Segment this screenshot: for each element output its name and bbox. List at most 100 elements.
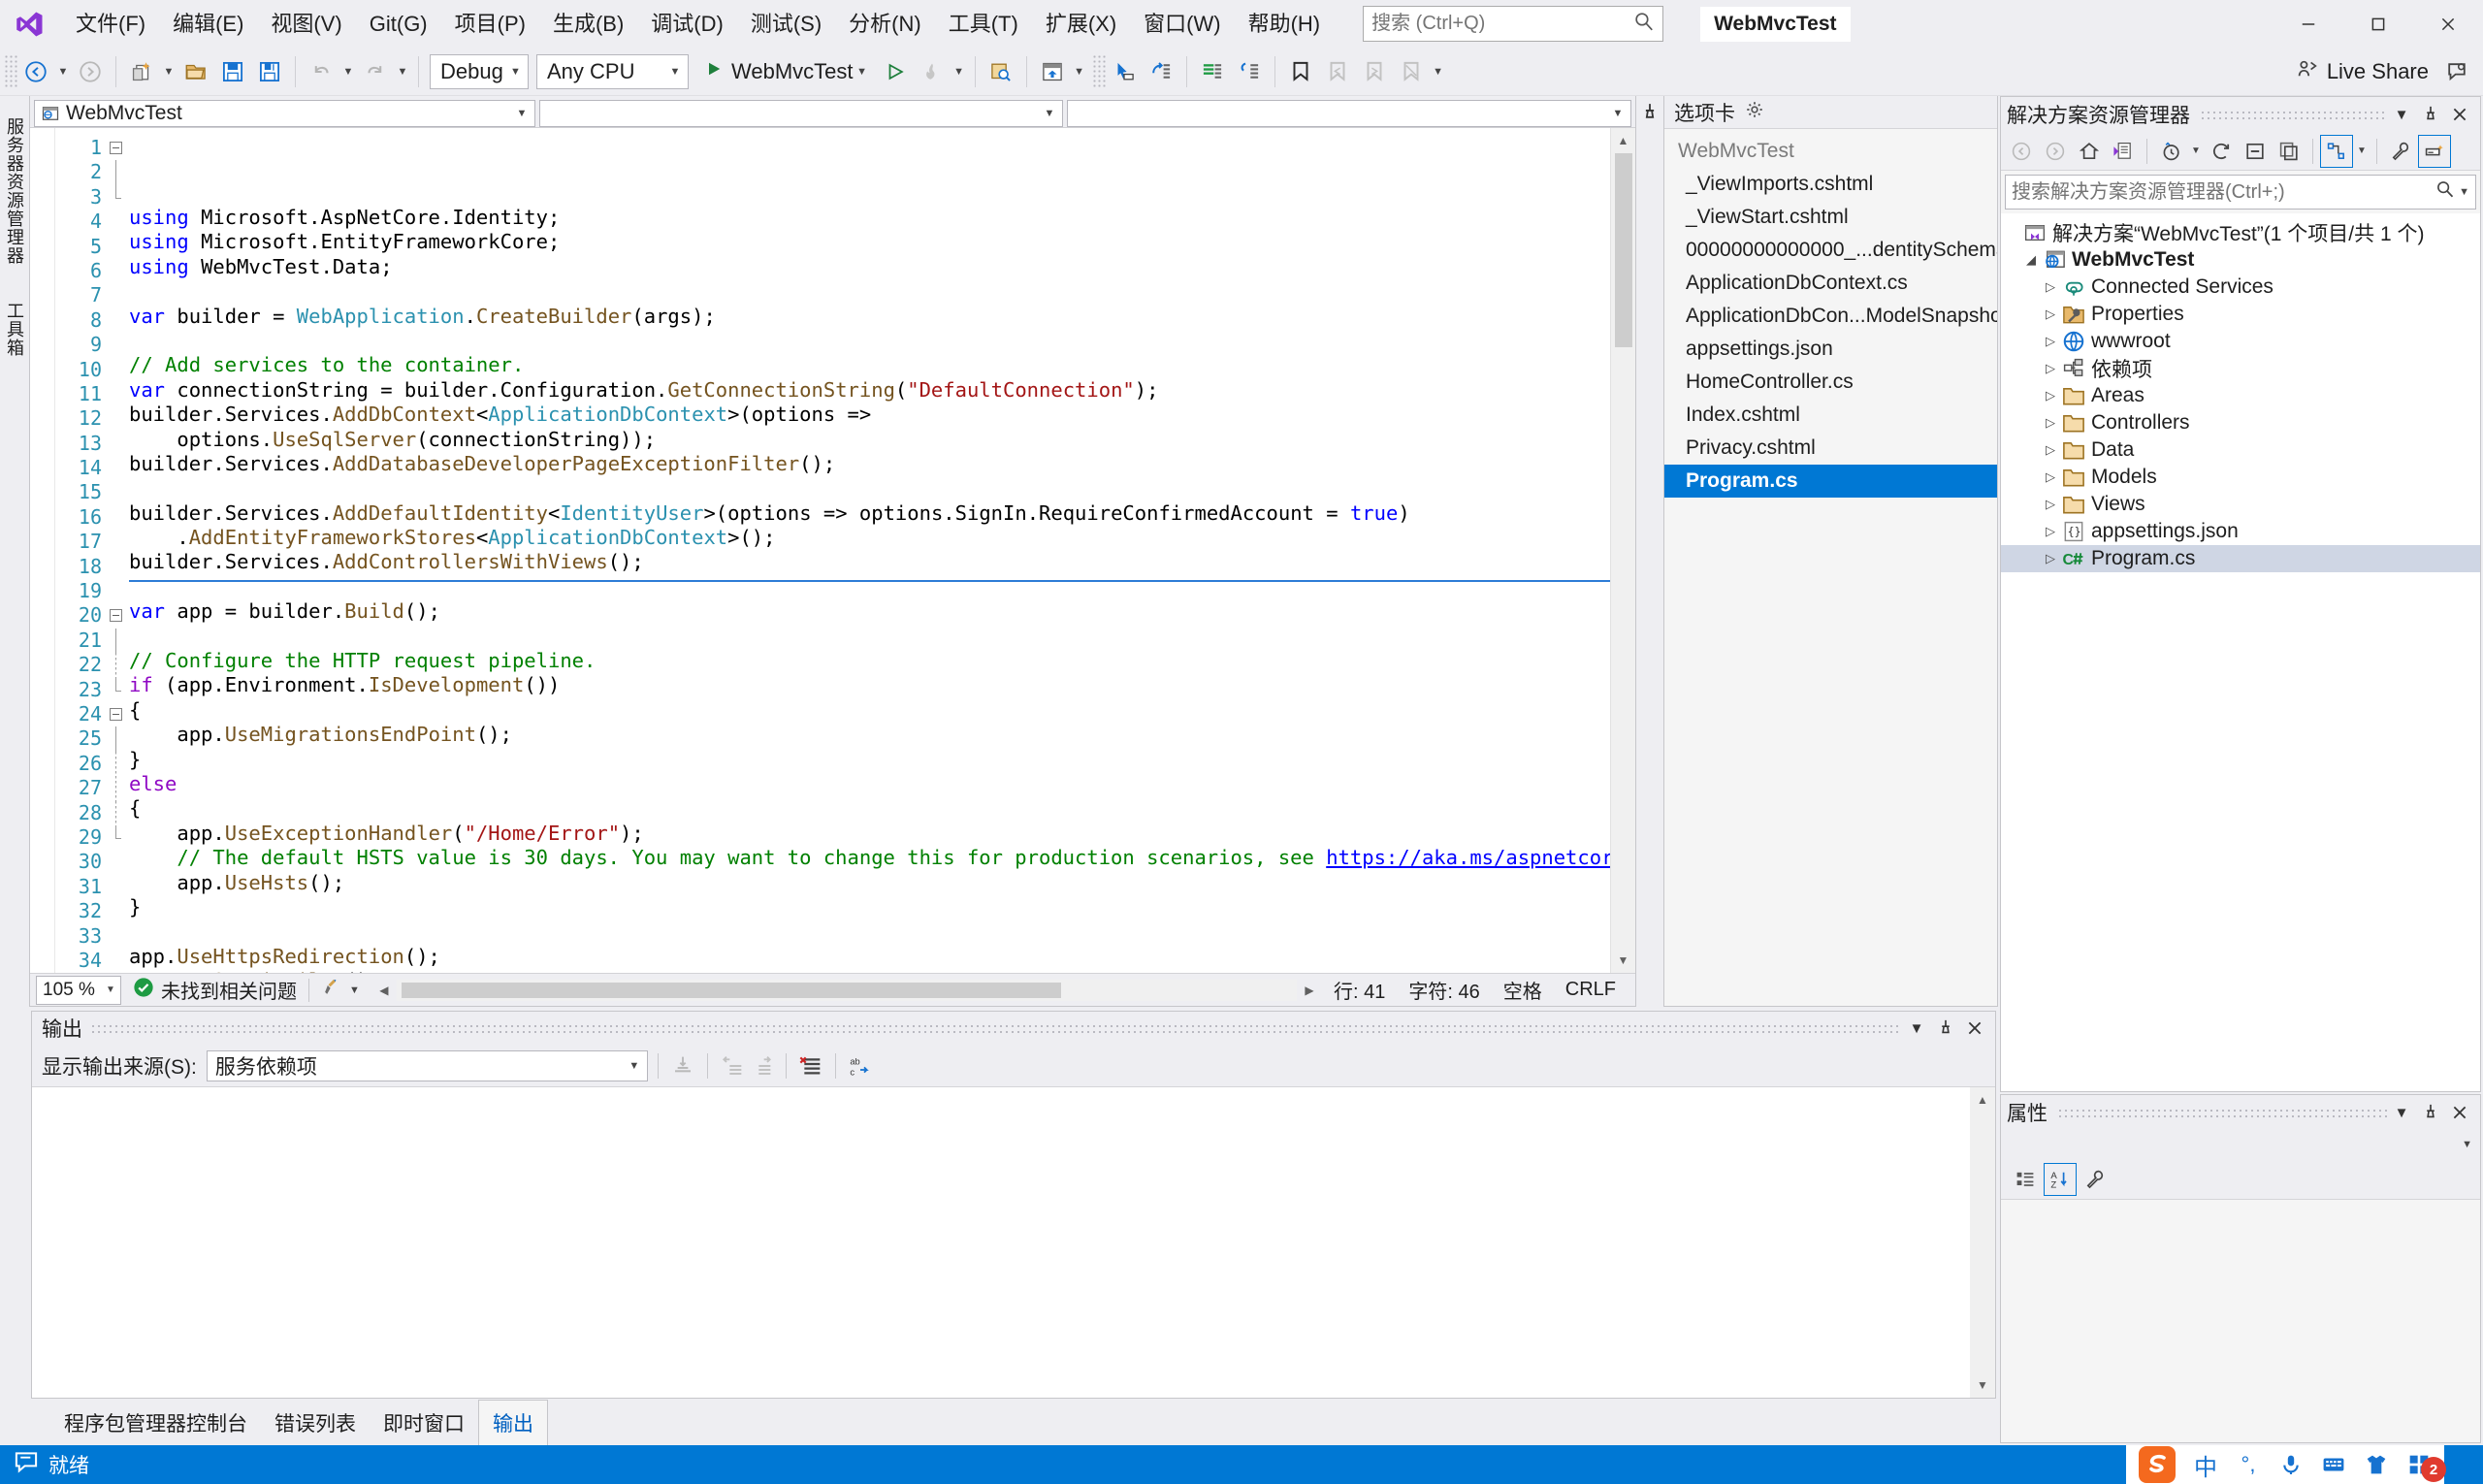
code-line[interactable]: else [129,772,1610,796]
code-line[interactable]: using Microsoft.EntityFrameworkCore; [129,230,1610,254]
code-line[interactable]: builder.Services.AddDbContext<Applicatio… [129,403,1610,427]
minimize-button[interactable] [2273,0,2343,48]
code-line[interactable]: .AddEntityFrameworkStores<ApplicationDbC… [129,526,1610,550]
chevron-down-icon[interactable]: ▼ [101,984,120,995]
tree-item[interactable]: ▷ Connected Services [2001,274,2480,301]
bottom-tab[interactable]: 即时窗口 [370,1401,478,1445]
scroll-left-arrow-icon[interactable]: ◀ [371,984,397,997]
close-icon[interactable] [1960,1014,1989,1043]
global-search-box[interactable] [1363,6,1664,42]
ime-mode-label[interactable]: 中 [2184,1445,2227,1484]
previous-bookmark-icon[interactable] [1319,51,1356,92]
new-project-dropdown[interactable]: ▼ [160,51,177,92]
chevron-down-icon[interactable]: ▼ [662,66,688,78]
properties-grid[interactable] [2001,1200,2480,1442]
menu-edit[interactable]: 编辑(E) [159,0,257,48]
search-in-files-icon[interactable] [983,51,1019,92]
tree-item[interactable]: ▷ 依赖项 [2001,355,2480,382]
chevron-down-icon[interactable]: ▼ [2459,186,2469,198]
code-line[interactable] [129,575,1610,599]
output-panel-content[interactable]: ▲ ▼ [32,1087,1995,1398]
chevron-down-icon[interactable]: ▼ [2387,1098,2416,1127]
chevron-down-icon[interactable]: ▼ [2188,135,2204,168]
editor-horizontal-scrollbar[interactable]: ◀ ▶ [371,978,1322,1003]
menu-window[interactable]: 窗口(W) [1130,0,1234,48]
code-line[interactable] [129,279,1610,304]
solution-explorer-search-box[interactable]: ▼ [2005,175,2476,210]
code-line[interactable]: app.UseHsts(); [129,871,1610,895]
code-line[interactable]: app.UseMigrationsEndPoint(); [129,723,1610,747]
uncomment-lines-icon[interactable] [1231,51,1268,92]
chevron-right-icon[interactable]: ▷ [2040,497,2061,512]
chevron-right-icon[interactable]: ▷ [2040,415,2061,431]
tab-item-selected[interactable]: Program.cs [1664,465,1997,498]
code-line[interactable]: using Microsoft.AspNetCore.Identity; [129,206,1610,230]
fold-marker[interactable] [106,184,129,210]
tree-item[interactable]: ◢ WebMvcTest [2001,246,2480,274]
tree-item[interactable]: ▷ Controllers [2001,409,2480,436]
menu-project[interactable]: 项目(P) [441,0,539,48]
code-line[interactable]: app.UseStaticFiles(); [129,969,1610,973]
navbar-project-combo[interactable]: WebMvcTest ▼ [34,99,535,127]
hscrollbar-thumb[interactable] [401,982,1061,998]
scroll-up-arrow-icon[interactable]: ▲ [1970,1087,1995,1113]
find-message-icon[interactable] [668,1051,697,1081]
next-bookmark-icon[interactable] [1356,51,1393,92]
fold-marker[interactable] [106,603,129,628]
code-line[interactable]: app.UseExceptionHandler("/Home/Error"); [129,822,1610,846]
hscrollbar-track[interactable] [396,979,1298,1001]
tree-item[interactable]: ▷ Data [2001,436,2480,464]
toolbar-grip[interactable] [4,53,17,89]
code-line[interactable] [129,919,1610,944]
navbar-member-combo[interactable]: ▼ [1067,99,1631,127]
start-without-debug-icon[interactable] [877,51,914,92]
code-line[interactable]: } [129,748,1610,772]
chevron-right-icon[interactable]: ▷ [2040,334,2061,349]
alphabetical-icon[interactable]: AZ [2044,1162,2077,1196]
menu-analyze[interactable]: 分析(N) [835,0,935,48]
output-scrollbar-track[interactable] [1970,1113,1995,1372]
close-icon[interactable] [2445,1098,2474,1127]
code-folding-margin[interactable] [106,128,129,973]
bottom-tab-selected[interactable]: 输出 [478,1400,548,1446]
navigate-back-icon[interactable] [17,51,54,92]
feedback-icon[interactable] [2438,51,2475,92]
open-file-icon[interactable] [177,51,214,92]
bottom-tab[interactable]: 错误列表 [261,1401,370,1445]
menu-test[interactable]: 测试(S) [737,0,835,48]
comment-lines-icon[interactable] [1194,51,1231,92]
start-debug-dropdown[interactable]: ▼ [854,51,871,92]
chevron-down-icon[interactable]: ▼ [349,984,360,996]
code-line[interactable] [129,476,1610,500]
chevron-down-icon[interactable]: ▼ [622,1060,647,1072]
tab-item[interactable]: Index.cshtml [1664,399,1997,432]
fold-marker[interactable] [106,824,129,850]
close-icon[interactable] [2445,100,2474,129]
tab-item[interactable]: 00000000000000_...dentitySchema.cs [1664,234,1997,267]
fold-marker[interactable] [106,800,129,825]
redo-icon[interactable] [357,51,394,92]
clear-all-icon[interactable] [796,1051,825,1081]
hot-reload-icon[interactable] [914,51,951,92]
chevron-right-icon[interactable]: ▷ [2040,361,2061,376]
fold-marker[interactable] [106,628,129,654]
menu-extensions[interactable]: 扩展(X) [1032,0,1130,48]
bottom-tab[interactable]: 程序包管理器控制台 [50,1401,261,1445]
chevron-right-icon[interactable]: ▷ [2040,551,2061,566]
chevron-down-icon[interactable]: ▼ [2462,1139,2472,1150]
sogou-icon[interactable] [2130,1445,2184,1484]
chevron-right-icon[interactable]: ▷ [2040,442,2061,458]
problems-indicator[interactable]: 未找到相关问题 [121,976,308,1004]
pending-changes-icon[interactable] [2107,135,2140,168]
chevron-down-icon[interactable]: ▼ [1037,108,1062,119]
code-text[interactable]: using Microsoft.AspNetCore.Identity; usin… [129,128,1610,973]
redo-dropdown[interactable]: ▼ [394,51,411,92]
chevron-down-icon[interactable]: ▼ [509,108,534,119]
notification-icon[interactable] [14,1449,39,1480]
word-wrap-icon[interactable]: ab c [846,1051,875,1081]
output-source-combo[interactable]: 服务依赖项 ▼ [206,1049,648,1081]
tab-item[interactable]: ApplicationDbCon...ModelSnapshot.cs [1664,300,1997,333]
chevron-down-icon[interactable]: ▼ [1605,108,1630,119]
vtab-toolbox[interactable]: 工具箱 [0,296,29,363]
output-panel-drag-grip[interactable] [90,1023,1902,1033]
